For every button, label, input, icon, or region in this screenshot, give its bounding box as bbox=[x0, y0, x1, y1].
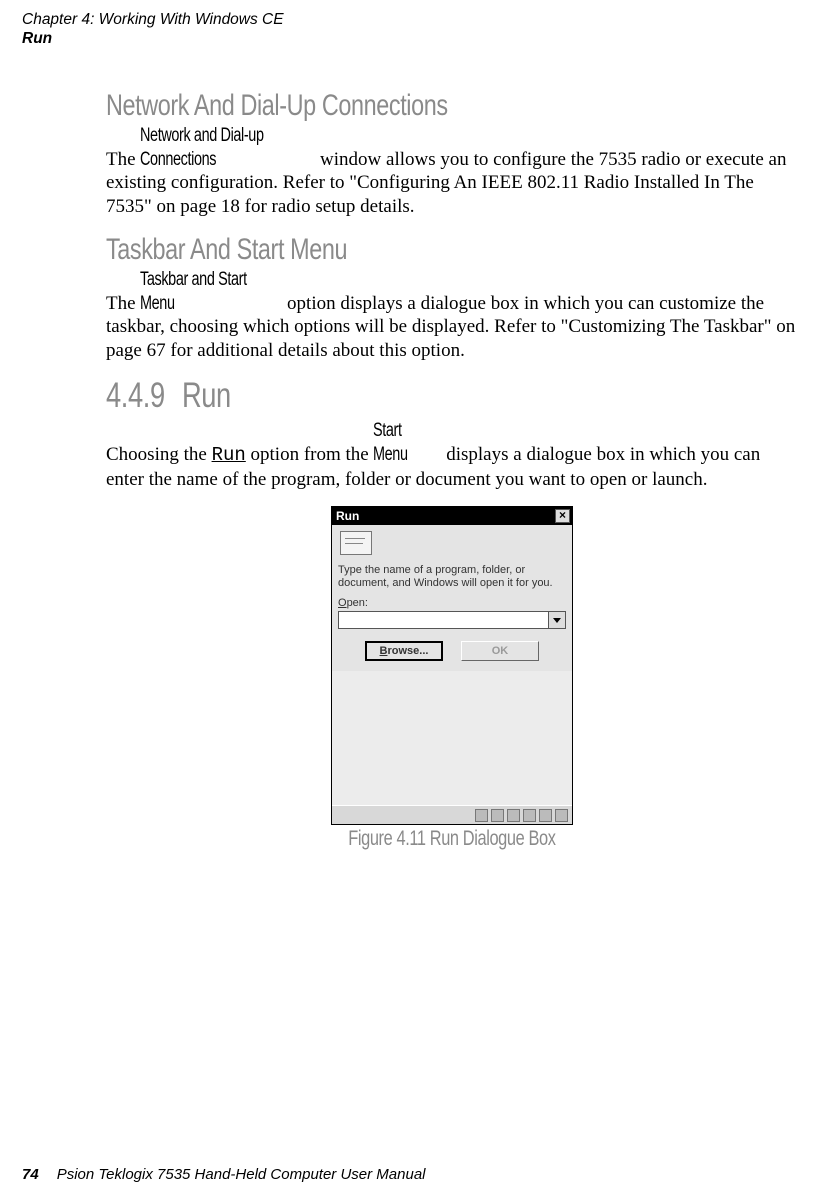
run-dialog: Run × Type the name of a program, folder… bbox=[331, 506, 573, 826]
figure-411: Run × Type the name of a program, folder… bbox=[106, 506, 798, 852]
heading-taskbar-start: Taskbar And Start Menu bbox=[106, 233, 798, 266]
run-dialog-blurb: Type the name of a program, folder, or d… bbox=[338, 564, 566, 592]
browse-button[interactable]: Browse... bbox=[365, 641, 443, 661]
footer-book-title: Psion Teklogix 7535 Hand-Held Computer U… bbox=[57, 1166, 426, 1183]
close-button[interactable]: × bbox=[555, 509, 570, 523]
chevron-down-icon bbox=[553, 618, 561, 623]
para-449-run: Choosing the Run option from the Start M… bbox=[106, 419, 798, 491]
header-section: Run bbox=[22, 29, 804, 48]
heading-network-dialup: Network And Dial-Up Connections bbox=[106, 89, 798, 122]
tray-icon bbox=[475, 809, 488, 822]
para-network-dialup: The Network and Dial-up Connections wind… bbox=[106, 124, 798, 219]
run-icon bbox=[340, 531, 372, 555]
para-taskbar-start: The Taskbar and Start Menu option displa… bbox=[106, 268, 798, 363]
term-taskbar-start: Taskbar and Start Menu bbox=[140, 268, 248, 316]
dialog-taskbar bbox=[332, 805, 572, 824]
term-start-menu: Start Menu bbox=[373, 419, 425, 467]
page-footer: 74 Psion Teklogix 7535 Hand-Held Computer… bbox=[22, 1166, 426, 1183]
tray-icon bbox=[555, 809, 568, 822]
tray-icon bbox=[523, 809, 536, 822]
page-header: Chapter 4: Working With Windows CE Run bbox=[22, 10, 804, 49]
term-network-dialup: Network and Dial-up Connections bbox=[140, 124, 273, 172]
figure-caption: Figure 4.11 Run Dialogue Box bbox=[348, 827, 555, 851]
heading-449-run: 4.4.9Run bbox=[106, 377, 798, 416]
run-dialog-title: Run bbox=[336, 509, 359, 523]
header-chapter: Chapter 4: Working With Windows CE bbox=[22, 10, 804, 29]
open-label: Open: bbox=[338, 597, 566, 609]
term-run-mono: Run bbox=[212, 444, 246, 466]
open-dropdown-button[interactable] bbox=[548, 611, 566, 629]
tray-icon bbox=[491, 809, 504, 822]
page-number: 74 bbox=[22, 1166, 39, 1183]
tray-icon bbox=[539, 809, 552, 822]
dialog-empty-area bbox=[332, 671, 572, 811]
open-input[interactable] bbox=[338, 611, 548, 629]
tray-icon bbox=[507, 809, 520, 822]
ok-button[interactable]: OK bbox=[461, 641, 539, 661]
